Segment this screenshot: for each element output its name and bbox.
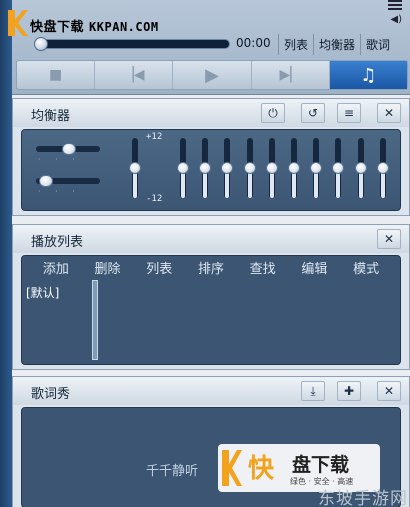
music-note-icon: ♫: [360, 64, 377, 86]
watermark-site: 东坡手游网: [318, 489, 408, 507]
lyrics-text: 千千静听: [146, 464, 199, 479]
playlist-header: 播放列表 ✕: [13, 225, 409, 253]
preamp-knob[interactable]: [129, 162, 141, 174]
eq-band-knob[interactable]: [354, 162, 367, 174]
progress-track[interactable]: [36, 39, 230, 49]
power-icon: ⏻: [268, 105, 278, 120]
progress-knob[interactable]: [34, 37, 48, 51]
menu-mode[interactable]: 模式: [353, 258, 379, 278]
lyrics-header: 歌词秀 ⤓ ✚ ✕: [13, 377, 409, 405]
menu-edit[interactable]: 编辑: [301, 258, 327, 278]
volume-icon[interactable]: ◀): [390, 14, 402, 25]
menu-find[interactable]: 查找: [250, 258, 276, 278]
next-button[interactable]: ▶▏: [252, 61, 330, 89]
playlist-close-button[interactable]: ✕: [377, 229, 401, 249]
logo-name: 快盘下载: [30, 20, 85, 35]
surround-knob[interactable]: [38, 175, 53, 187]
balance-knob[interactable]: [62, 143, 76, 155]
list-splitter[interactable]: [92, 280, 98, 360]
playlist-menu: 添加 删除 列表 排序 查找 编辑 模式: [22, 256, 400, 278]
close-icon: ✕: [383, 106, 395, 120]
close-icon: ✕: [383, 384, 395, 398]
watermark-name: 盘下载: [292, 454, 350, 476]
tab-playlist[interactable]: 列表: [278, 34, 313, 55]
list-item[interactable]: [默认]: [26, 284, 59, 301]
view-tabs: 列表 均衡器 歌词: [278, 34, 395, 55]
lyrics-close-button[interactable]: ✕: [377, 381, 401, 401]
pin-icon: ✚: [343, 384, 355, 398]
equalizer-panel: 均衡器 ⏻ ↺ ≡ ✕ · · · · · · +12 -12: [12, 98, 410, 216]
watermark-k-icon: [222, 450, 242, 486]
eq-band-knob[interactable]: [177, 162, 189, 174]
menu-list[interactable]: 列表: [146, 258, 172, 278]
music-button[interactable]: ♫: [329, 61, 408, 89]
eq-band-knob[interactable]: [310, 162, 323, 174]
transport-controls: ■ ▕◀ ▶ ▶▏ ♫: [16, 60, 408, 90]
equalizer-body: · · · · · · +12 -12: [21, 129, 401, 211]
eq-band-knob[interactable]: [265, 162, 278, 174]
player-main-panel: 快盘下载 KKPAN.COM ◀) 00:00 列表 均衡器 歌词 ■ ▕◀ ▶…: [8, 0, 410, 95]
window-left-edge: [0, 0, 12, 507]
eq-preset-button[interactable]: ≡: [337, 103, 361, 123]
lyrics-download-button[interactable]: ⤓: [301, 381, 325, 401]
stop-icon: ■: [48, 67, 63, 83]
next-icon: ▶▏: [279, 67, 301, 83]
download-icon: ⤓: [310, 383, 316, 398]
lyrics-pin-button[interactable]: ✚: [337, 381, 361, 401]
surround-ticks: · · ·: [38, 187, 81, 196]
time-display: 00:00: [236, 36, 271, 50]
eq-band-knob[interactable]: [243, 162, 256, 174]
eq-reset-button[interactable]: ↺: [301, 103, 325, 123]
list-icon: ≡: [343, 106, 355, 120]
playlist-body: 添加 删除 列表 排序 查找 编辑 模式 [默认]: [21, 255, 401, 365]
prev-icon: ▕◀: [123, 67, 145, 83]
play-icon: ▶: [205, 64, 219, 86]
logo-k-icon: [8, 10, 28, 36]
tab-equalizer[interactable]: 均衡器: [313, 34, 360, 55]
play-button[interactable]: ▶: [173, 61, 252, 89]
playlist-panel: 播放列表 ✕ 添加 删除 列表 排序 查找 编辑 模式 [默认]: [12, 224, 410, 370]
menu-delete[interactable]: 删除: [95, 258, 121, 278]
watermark-kuai: 快: [248, 454, 275, 484]
eq-band-knob[interactable]: [376, 162, 389, 174]
balance-ticks: · · ·: [38, 155, 81, 164]
tab-lyrics[interactable]: 歌词: [360, 34, 395, 55]
logo-url: KKPAN.COM: [89, 20, 159, 34]
eq-plus-label: +12: [146, 132, 163, 142]
menu-icon[interactable]: [388, 0, 402, 10]
prev-button[interactable]: ▕◀: [95, 61, 174, 89]
logo-text: 快盘下载 KKPAN.COM: [30, 16, 159, 35]
eq-band-knob[interactable]: [199, 162, 212, 174]
eq-band-knob[interactable]: [288, 162, 300, 174]
reset-icon: ↺: [307, 106, 319, 120]
eq-minus-label: -12: [146, 194, 163, 204]
close-icon: ✕: [383, 232, 395, 246]
equalizer-title: 均衡器: [31, 109, 71, 124]
playlist-title: 播放列表: [31, 235, 84, 250]
eq-close-button[interactable]: ✕: [377, 103, 401, 123]
menu-sort[interactable]: 排序: [198, 258, 224, 278]
eq-band-knob[interactable]: [221, 162, 234, 174]
menu-add[interactable]: 添加: [43, 258, 69, 278]
player-window: 快盘下载 KKPAN.COM ◀) 00:00 列表 均衡器 歌词 ■ ▕◀ ▶…: [0, 0, 410, 507]
eq-band-knob[interactable]: [332, 162, 345, 174]
lyrics-title: 歌词秀: [31, 387, 71, 402]
equalizer-header: 均衡器 ⏻ ↺ ≡ ✕: [13, 99, 409, 127]
stop-button[interactable]: ■: [17, 61, 96, 89]
logo: 快盘下载 KKPAN.COM: [8, 8, 242, 36]
eq-power-button[interactable]: ⏻: [261, 103, 285, 123]
